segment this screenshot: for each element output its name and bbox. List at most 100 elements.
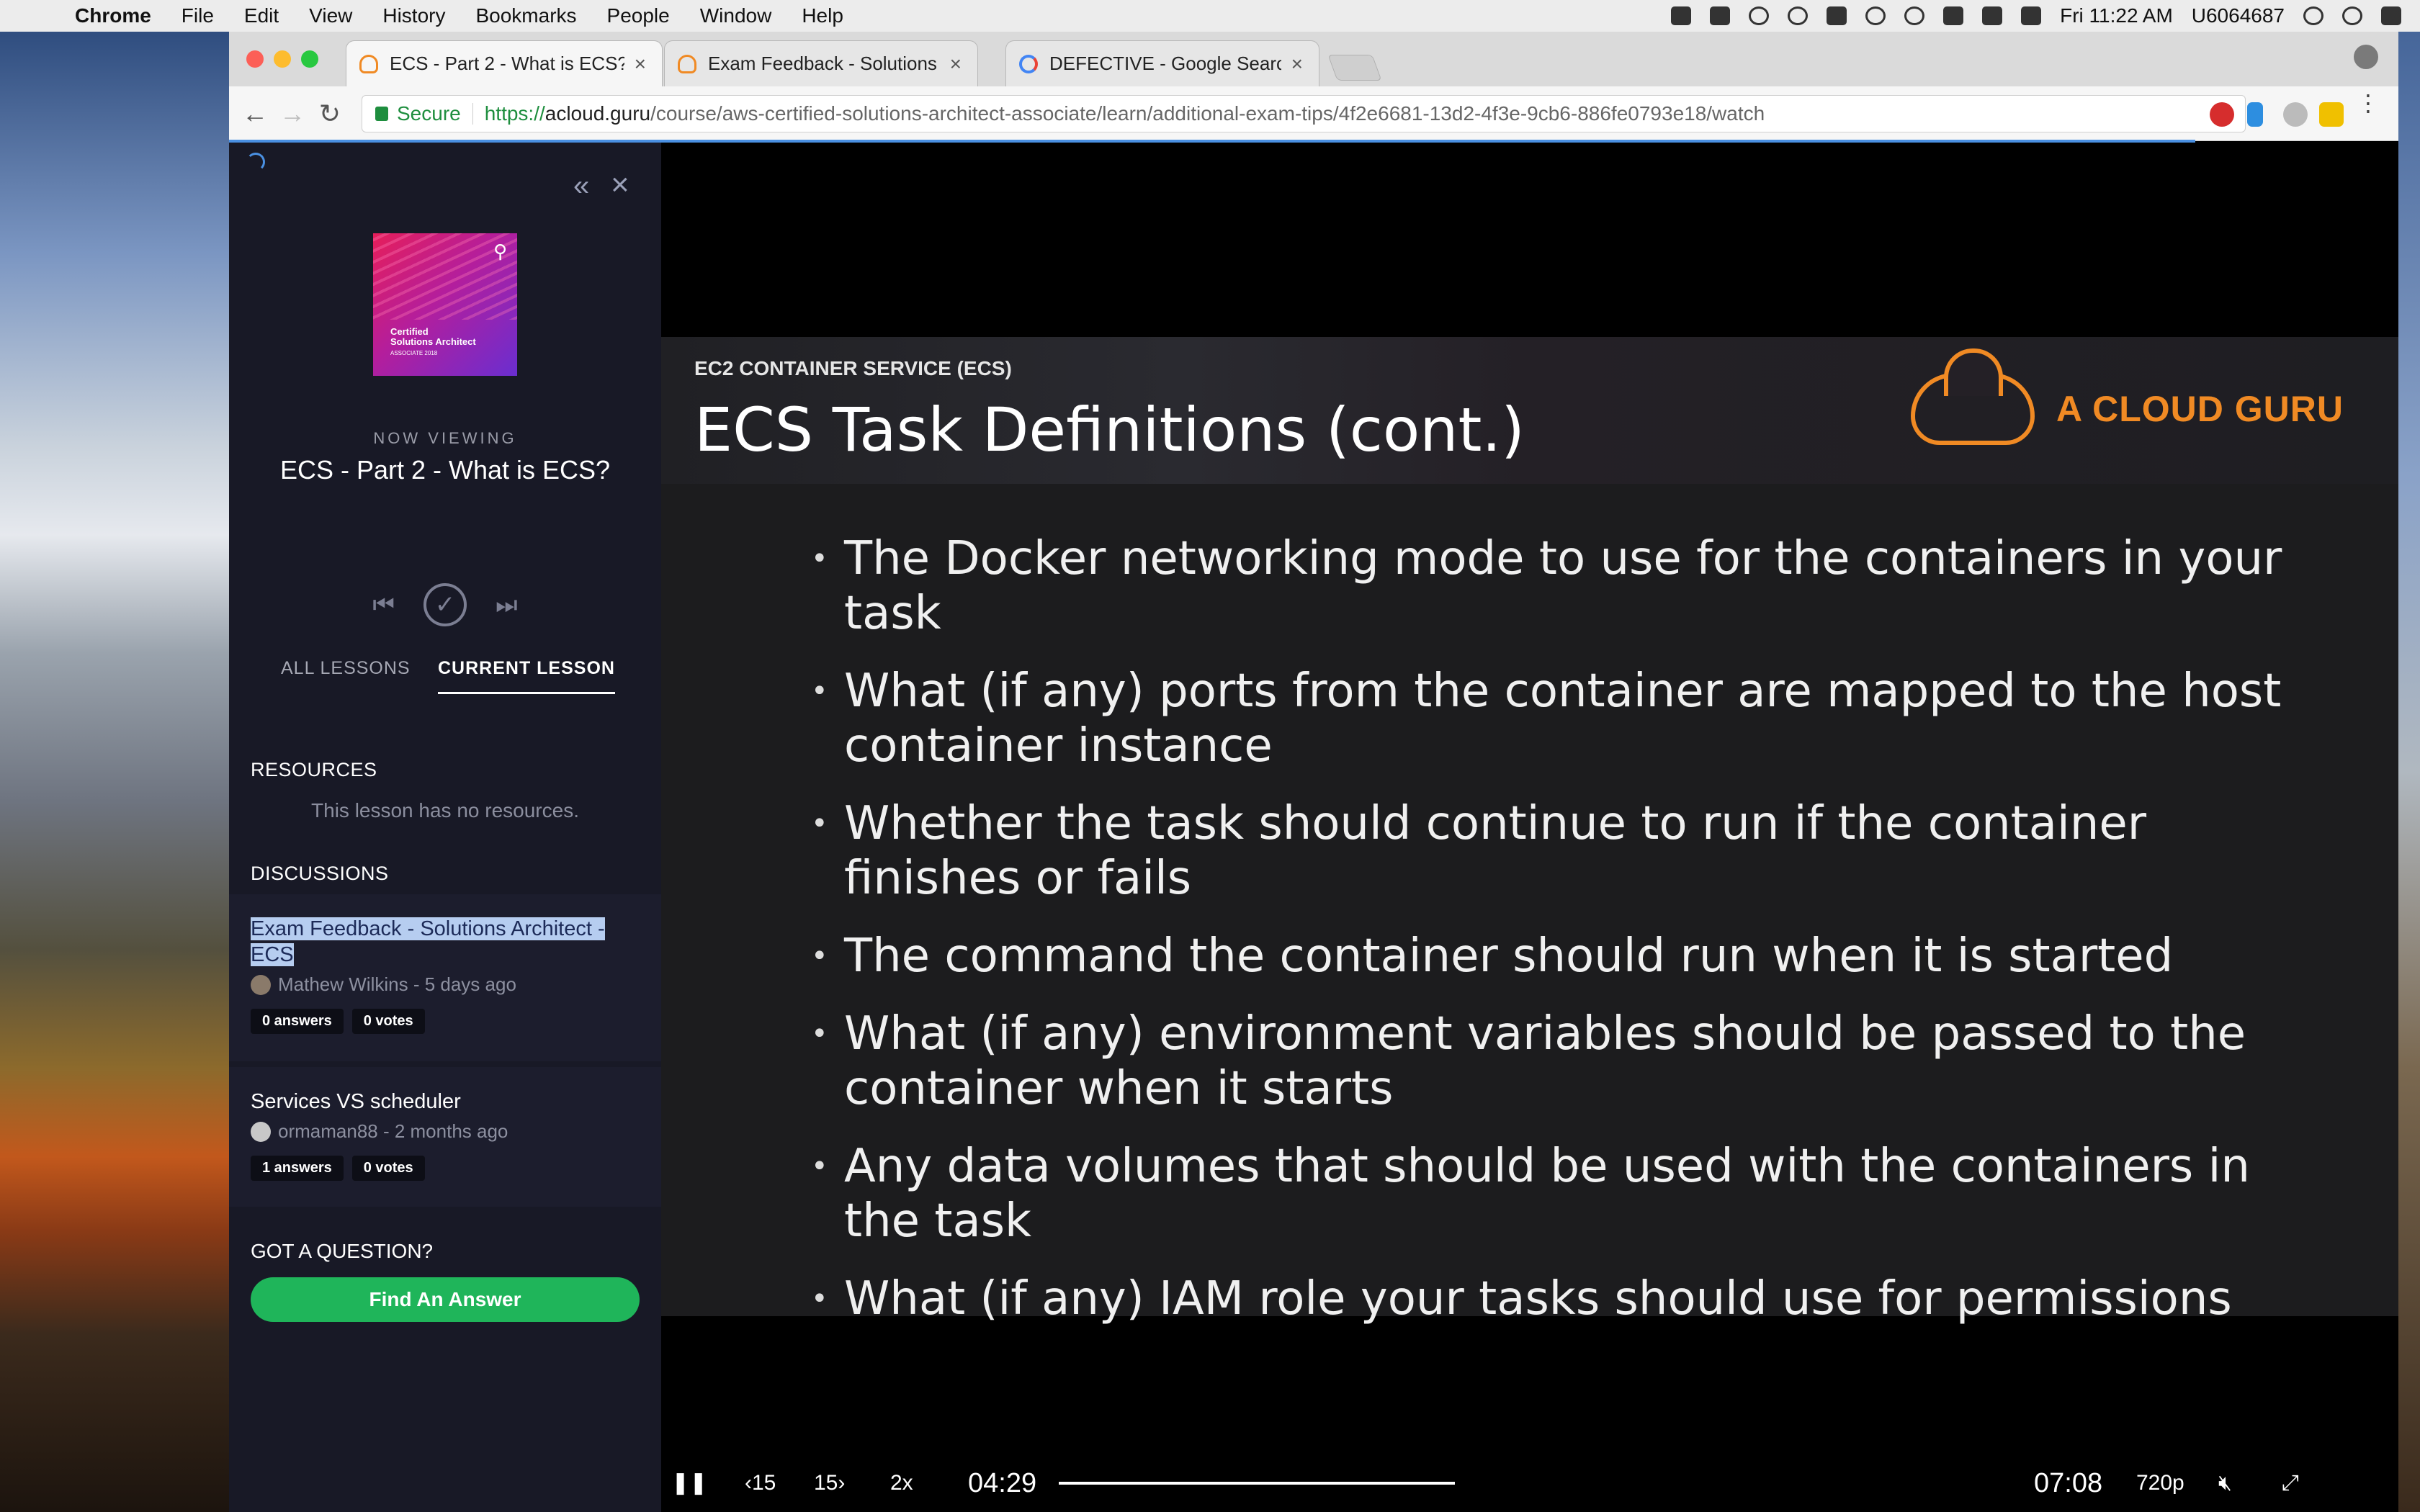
find-an-answer-button[interactable]: Find An Answer [251, 1277, 640, 1322]
current-lesson-title: ECS - Part 2 - What is ECS? [279, 455, 611, 485]
tab-current-lesson[interactable]: CURRENT LESSON [438, 658, 615, 694]
close-sidebar-icon[interactable]: × [611, 167, 629, 203]
lecture-slide: EC2 CONTAINER SERVICE (ECS) ECS Task Def… [661, 337, 2398, 1326]
bullet-item: The Docker networking mode to use for th… [811, 531, 2328, 641]
thumbnail-line-2: Solutions Architect [390, 336, 476, 347]
discussion-item[interactable]: Services VS scheduler ormaman88 - 2 mont… [229, 1067, 661, 1207]
menu-view[interactable]: View [309, 4, 352, 27]
acloudguru-logo-icon: ⚲ [493, 240, 507, 262]
acloudguru-favicon [359, 54, 378, 73]
sync-icon[interactable] [1827, 6, 1847, 25]
tab-title: ECS - Part 2 - What is ECS? - ( [390, 53, 624, 74]
new-tab-button[interactable] [1327, 55, 1382, 81]
loading-spinner-icon [246, 153, 265, 171]
input-flag-icon[interactable] [2021, 6, 2042, 25]
menu-history[interactable]: History [382, 4, 445, 27]
thumbnail-caption: Certified Solutions Architect ASSOCIATE … [390, 327, 476, 359]
discussion-title[interactable]: Services VS scheduler [251, 1089, 640, 1115]
tab-all-lessons[interactable]: ALL LESSONS [281, 658, 411, 679]
discussion-meta: Mathew Wilkins - 5 days ago [251, 973, 640, 996]
close-window-button[interactable] [246, 50, 264, 68]
menu-bookmarks[interactable]: Bookmarks [475, 4, 576, 27]
menu-people[interactable]: People [607, 4, 670, 27]
menubar-clock[interactable]: Fri 11:22 AM [2060, 4, 2173, 27]
menu-edit[interactable]: Edit [244, 4, 279, 27]
profile-icon[interactable] [2354, 45, 2378, 69]
rewind-15-button[interactable]: ‹15 [745, 1462, 776, 1505]
discussion-item[interactable]: Exam Feedback - Solutions Architect - EC… [229, 894, 661, 1061]
lesson-tabs: ALL LESSONS CURRENT LESSON [229, 658, 661, 701]
quality-button[interactable]: 720p [2136, 1462, 2184, 1505]
evernote-icon[interactable] [1710, 6, 1731, 25]
elapsed-time: 04:29 [968, 1468, 1037, 1498]
volume-icon[interactable] [1943, 6, 1964, 25]
discussion-stats: 1 answers 0 votes [251, 1156, 640, 1181]
forward-15-button[interactable]: 15› [814, 1462, 845, 1505]
extension-circle-icon[interactable] [2283, 102, 2308, 127]
menu-app-name[interactable]: Chrome [75, 4, 151, 27]
menu-window[interactable]: Window [700, 4, 772, 27]
cloud-logo-icon [1910, 348, 2035, 445]
battery-icon[interactable] [1982, 6, 2003, 25]
previous-lesson-icon[interactable]: ⏮ [372, 591, 395, 619]
creative-cloud-icon[interactable] [1788, 6, 1809, 25]
menubar-user[interactable]: U6064687 [2192, 4, 2285, 27]
discussion-age: 2 months ago [394, 1120, 508, 1142]
skype-icon[interactable] [1749, 6, 1770, 25]
google-favicon [1019, 54, 1038, 73]
resources-heading: RESOURCES [251, 759, 377, 780]
close-tab-icon[interactable]: × [950, 53, 962, 76]
bluetooth-icon[interactable] [1865, 6, 1886, 25]
bullet-item: Any data volumes that should be used wit… [811, 1139, 2328, 1248]
back-icon[interactable]: ← [239, 98, 271, 130]
meta-separator: - [408, 973, 425, 995]
thumbnail-line-1: Certified [390, 326, 429, 337]
pause-icon[interactable]: ❚❚ [671, 1462, 707, 1505]
notification-center-icon[interactable] [2381, 6, 2401, 25]
mark-complete-icon[interactable]: ✓ [424, 583, 467, 626]
minimize-window-button[interactable] [274, 50, 291, 68]
playback-speed-button[interactable]: 2x [890, 1462, 913, 1505]
collapse-sidebar-icon[interactable]: « [573, 170, 589, 202]
chrome-menu-icon[interactable]: ⋮ [2357, 91, 2380, 114]
discussion-title-text: Exam Feedback - Solutions Architect - EC… [251, 917, 605, 966]
next-lesson-icon[interactable]: ⏭ [496, 591, 518, 619]
close-tab-icon[interactable]: × [1291, 53, 1303, 76]
reload-icon[interactable]: ↻ [314, 98, 346, 130]
desktop-wallpaper [0, 32, 229, 1512]
close-tab-icon[interactable]: × [635, 53, 646, 76]
mute-icon[interactable]: 🔇︎ [2218, 1462, 2232, 1505]
zoom-window-button[interactable] [301, 50, 318, 68]
tab-title: DEFECTIVE - Google Search [1049, 53, 1281, 74]
tab-exam-feedback[interactable]: Exam Feedback - Solutions Arc × [664, 40, 978, 86]
answers-badge: 1 answers [251, 1156, 344, 1181]
seek-bar[interactable] [1059, 1482, 1455, 1485]
menu-help[interactable]: Help [802, 4, 843, 27]
menu-file[interactable]: File [182, 4, 214, 27]
meta-separator: - [377, 1120, 395, 1142]
forward-icon[interactable]: → [277, 98, 308, 130]
video-player[interactable]: EC2 CONTAINER SERVICE (ECS) ECS Task Def… [661, 143, 2398, 1512]
wifi-icon[interactable] [1904, 6, 1925, 25]
tab-strip: ECS - Part 2 - What is ECS? - ( × Exam F… [229, 32, 2398, 86]
extension-download-icon[interactable] [2247, 102, 2263, 127]
discussions-heading: DISCUSSIONS [251, 863, 389, 884]
desktop-wallpaper-right [2398, 32, 2420, 1512]
lock-icon [375, 107, 388, 121]
acloudguru-brand: A CLOUD GURU [1910, 348, 2344, 445]
tab-ecs-lesson[interactable]: ECS - Part 2 - What is ECS? - ( × [346, 40, 663, 86]
discussion-title[interactable]: Exam Feedback - Solutions Architect - EC… [251, 916, 640, 968]
menubar-status-area: Fri 11:22 AM U6064687 [1671, 0, 2401, 32]
discussion-author: Mathew Wilkins [278, 973, 408, 995]
fullscreen-icon[interactable]: ⤢ [2282, 1462, 2299, 1505]
address-bar[interactable]: Secure https:// acloud.guru /course/aws-… [362, 95, 2246, 132]
tab-google-search[interactable]: DEFECTIVE - Google Search × [1005, 40, 1319, 86]
printer-icon[interactable] [1671, 6, 1692, 25]
tab-title: Exam Feedback - Solutions Arc [708, 53, 940, 74]
mac-menu-bar: Chrome File Edit View History Bookmarks … [0, 0, 2420, 32]
window-controls [246, 50, 318, 68]
extension-bolt-icon[interactable] [2319, 102, 2344, 127]
extension-adblock-icon[interactable] [2210, 102, 2234, 127]
spotlight-icon[interactable] [2303, 6, 2323, 25]
siri-icon[interactable] [2342, 6, 2362, 25]
